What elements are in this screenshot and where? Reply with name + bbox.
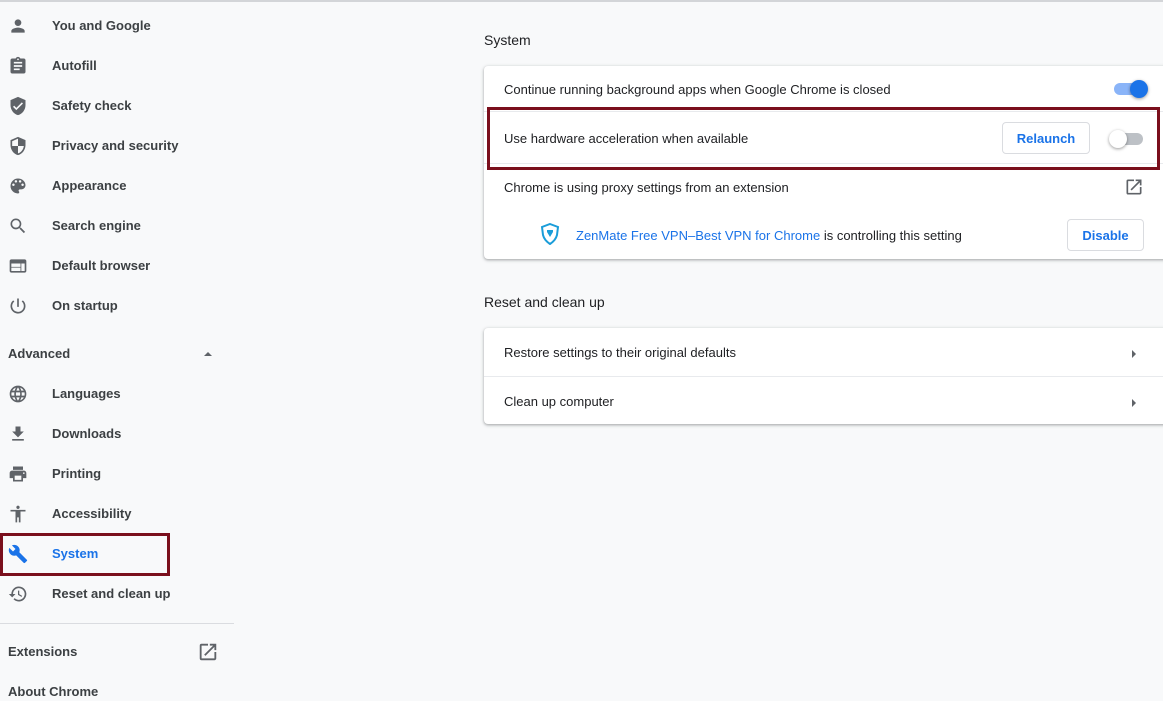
browser-window-icon xyxy=(8,256,28,276)
printer-icon xyxy=(8,464,28,484)
extension-link[interactable]: ZenMate Free VPN–Best VPN for Chrome xyxy=(576,228,820,243)
sidebar-item-on-startup[interactable]: On startup xyxy=(0,286,236,326)
clean-up-computer-row[interactable]: Clean up computer xyxy=(484,377,1163,424)
power-icon xyxy=(8,296,28,316)
extension-control-text: ZenMate Free VPN–Best VPN for Chrome is … xyxy=(576,228,962,243)
reset-section-title: Reset and clean up xyxy=(484,294,605,310)
sidebar-item-label: On startup xyxy=(52,298,118,313)
sidebar-item-extensions[interactable]: Extensions xyxy=(8,644,77,659)
sidebar-item-safety-check[interactable]: Safety check xyxy=(0,86,236,126)
sidebar-divider xyxy=(0,623,234,624)
caret-up-icon xyxy=(202,348,214,363)
sidebar-item-label: Reset and clean up xyxy=(52,586,171,601)
sidebar-item-search-engine[interactable]: Search engine xyxy=(0,206,236,246)
sidebar-item-appearance[interactable]: Appearance xyxy=(0,166,236,206)
sidebar-item-about-chrome[interactable]: About Chrome xyxy=(8,684,98,699)
accessibility-icon xyxy=(8,504,28,524)
background-apps-row[interactable]: Continue running background apps when Go… xyxy=(484,66,1163,110)
sidebar-item-languages[interactable]: Languages xyxy=(0,374,236,414)
advanced-label: Advanced xyxy=(8,346,71,361)
search-icon xyxy=(8,216,28,236)
sidebar-item-label: Default browser xyxy=(52,258,151,273)
open-in-new-icon[interactable] xyxy=(1124,177,1144,197)
shield-check-icon xyxy=(8,96,28,116)
sidebar-item-system[interactable]: System xyxy=(0,534,236,574)
chevron-right-icon xyxy=(1129,347,1139,362)
sidebar-item-you-and-google[interactable]: You and Google xyxy=(0,6,236,46)
sidebar-item-label: Downloads xyxy=(52,426,122,441)
shield-half-icon xyxy=(8,136,28,156)
person-icon xyxy=(8,16,28,36)
chevron-right-icon xyxy=(1129,396,1139,411)
restore-defaults-label: Restore settings to their original defau… xyxy=(504,345,736,360)
proxy-row: Chrome is using proxy settings from an e… xyxy=(484,164,1163,259)
open-in-new-icon[interactable] xyxy=(197,641,219,663)
proxy-label: Chrome is using proxy settings from an e… xyxy=(504,180,789,195)
reset-card: Restore settings to their original defau… xyxy=(484,328,1163,424)
clipboard-icon xyxy=(8,56,28,76)
hardware-acceleration-row[interactable]: Use hardware acceleration when available… xyxy=(484,112,1163,162)
sidebar-item-label: System xyxy=(52,546,99,561)
restore-defaults-row[interactable]: Restore settings to their original defau… xyxy=(484,328,1163,376)
system-card: Continue running background apps when Go… xyxy=(484,66,1163,259)
sidebar-item-downloads[interactable]: Downloads xyxy=(0,414,236,454)
background-apps-label: Continue running background apps when Go… xyxy=(504,82,891,97)
sidebar-item-accessibility[interactable]: Accessibility xyxy=(0,494,236,534)
sidebar-item-label: Safety check xyxy=(52,98,132,113)
sidebar-item-autofill[interactable]: Autofill xyxy=(0,46,236,86)
sidebar-item-printing[interactable]: Printing xyxy=(0,454,236,494)
palette-icon xyxy=(8,176,28,196)
sidebar-item-label: Autofill xyxy=(52,58,97,73)
advanced-section-toggle[interactable]: Advanced xyxy=(8,346,218,366)
relaunch-button[interactable]: Relaunch xyxy=(1002,122,1090,154)
disable-button[interactable]: Disable xyxy=(1067,219,1144,251)
sidebar-item-label: Languages xyxy=(52,386,121,401)
sidebar-item-label: Search engine xyxy=(52,218,141,233)
sidebar-item-privacy[interactable]: Privacy and security xyxy=(0,126,236,166)
sidebar: You and Google Autofill Safety check Pri… xyxy=(0,0,236,701)
history-icon xyxy=(8,584,28,604)
sidebar-item-reset[interactable]: Reset and clean up xyxy=(0,574,236,614)
clean-up-computer-label: Clean up computer xyxy=(504,394,614,409)
sidebar-item-label: You and Google xyxy=(52,18,151,33)
hardware-acceleration-label: Use hardware acceleration when available xyxy=(504,131,749,146)
background-apps-toggle[interactable] xyxy=(1114,80,1148,98)
extension-suffix: is controlling this setting xyxy=(820,228,962,243)
sidebar-item-label: Printing xyxy=(52,466,102,481)
hardware-acceleration-toggle[interactable] xyxy=(1109,130,1145,148)
zenmate-shield-icon xyxy=(540,222,560,246)
sidebar-item-default-browser[interactable]: Default browser xyxy=(0,246,236,286)
sidebar-item-label: Accessibility xyxy=(52,506,132,521)
globe-icon xyxy=(8,384,28,404)
wrench-icon xyxy=(8,544,28,564)
download-icon xyxy=(8,424,28,444)
sidebar-item-label: Privacy and security xyxy=(52,138,179,153)
sidebar-item-label: Appearance xyxy=(52,178,127,193)
system-section-title: System xyxy=(484,32,531,48)
